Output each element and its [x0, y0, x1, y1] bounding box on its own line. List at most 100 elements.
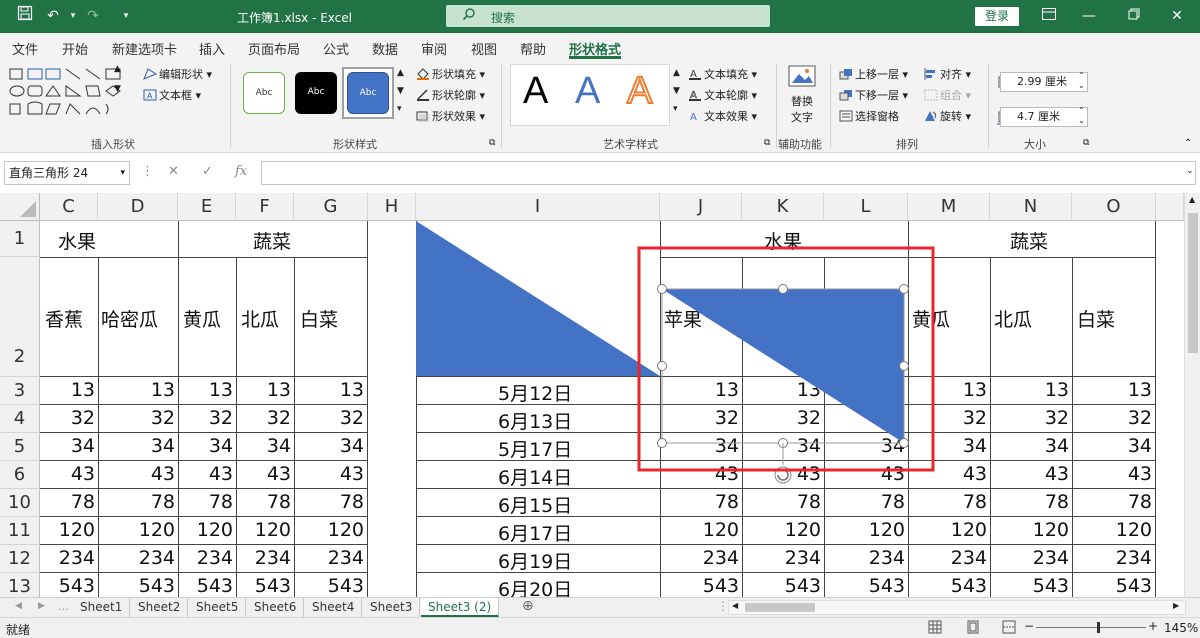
shape-height-field[interactable]: 2.99 厘米	[1000, 72, 1088, 92]
shape-effects-button[interactable]: 形状效果 ▾	[416, 108, 485, 124]
shape-fill-button[interactable]: 形状填充 ▾	[416, 66, 485, 82]
expand-formula-icon[interactable]: ⌄	[1186, 166, 1194, 176]
edit-shape-button[interactable]: 编辑形状 ▾	[143, 66, 212, 82]
shape-width-field[interactable]: 4.7 厘米	[1000, 107, 1088, 127]
scroll-up-icon[interactable]: ▲	[1189, 195, 1195, 204]
shape-effects-label: 形状效果	[432, 110, 476, 123]
customize-toolbar-icon[interactable]: ▾	[115, 5, 137, 27]
zoom-level[interactable]: 145%	[1164, 621, 1198, 635]
save-icon[interactable]	[14, 5, 36, 27]
wordart-scroll-up-icon[interactable]: ▲	[673, 68, 680, 78]
sheet-tab[interactable]: Sheet6	[247, 598, 305, 617]
send-backward-button[interactable]: 下移一层 ▾	[839, 87, 908, 103]
group-separator	[830, 64, 831, 148]
group-button[interactable]: 组合 ▾	[924, 87, 971, 103]
shapes-scroll-up-icon[interactable]: ▲	[114, 64, 121, 74]
wordart-launcher-icon[interactable]: ⧉	[764, 138, 770, 148]
next-sheet-icon[interactable]: ▶	[38, 601, 45, 611]
zoom-out-icon[interactable]: −	[1024, 619, 1034, 633]
tab-home[interactable]: 开始	[62, 39, 88, 58]
vertical-scrollbar[interactable]: ▲	[1184, 193, 1200, 598]
collapse-ribbon-icon[interactable]: ⌃	[1184, 138, 1192, 149]
wordart-blue[interactable]: A	[575, 70, 600, 113]
shape-style-blue[interactable]: Abc	[347, 72, 389, 114]
horizontal-scrollbar[interactable]: ◀ ▶	[728, 600, 1186, 615]
shapes-scroll-down-icon[interactable]: ▼	[114, 84, 121, 94]
tab-help[interactable]: 帮助	[520, 39, 546, 58]
tab-file[interactable]: 文件	[12, 39, 38, 58]
close-icon[interactable]: ✕	[1166, 5, 1188, 27]
normal-view-icon[interactable]	[928, 620, 942, 637]
zoom-slider[interactable]	[1036, 627, 1146, 628]
more-sheets-icon[interactable]: …	[58, 600, 69, 613]
cancel-icon[interactable]: ✕	[168, 164, 179, 179]
insert-shapes-group-label: 插入形状	[91, 138, 135, 151]
page-break-view-icon[interactable]	[1002, 620, 1016, 637]
tab-data[interactable]: 数据	[372, 39, 398, 58]
zoom-in-icon[interactable]: +	[1148, 619, 1158, 633]
scroll-right-icon[interactable]: ▶	[1173, 601, 1179, 610]
height-spin-icon[interactable]: ⌃ ⌄	[1078, 71, 1085, 91]
undo-dropdown-icon[interactable]: ▾	[62, 5, 84, 27]
align-button[interactable]: 对齐 ▾	[924, 66, 971, 82]
tab-new[interactable]: 新建选项卡	[112, 39, 177, 58]
login-button[interactable]: 登录	[975, 7, 1019, 26]
zoom-slider-thumb[interactable]	[1097, 622, 1100, 633]
restore-icon[interactable]	[1123, 5, 1145, 27]
formula-input[interactable]	[261, 161, 1196, 185]
search-box[interactable]: 搜索	[446, 5, 770, 27]
add-sheet-icon[interactable]: ⊕	[522, 598, 534, 614]
styles-scroll-down-icon[interactable]: ▼	[397, 86, 404, 96]
tab-page-layout[interactable]: 页面布局	[248, 39, 300, 58]
text-box-button[interactable]: A 文本框 ▾	[143, 87, 201, 103]
selection-pane-button[interactable]: 选择窗格	[839, 108, 899, 124]
text-fill-button[interactable]: A 文本填充 ▾	[688, 66, 757, 82]
enter-icon[interactable]: ✓	[202, 164, 213, 179]
sheet-tab-active[interactable]: Sheet3 (2)	[421, 598, 500, 617]
styles-scroll-up-icon[interactable]: ▲	[397, 68, 404, 78]
page-layout-view-icon[interactable]	[966, 620, 980, 637]
shape-styles-launcher-icon[interactable]: ⧉	[489, 138, 495, 148]
name-box[interactable]: 直角三角形 24 ▾	[4, 161, 130, 185]
vertical-scroll-thumb[interactable]	[1188, 213, 1198, 353]
wordart-black[interactable]: A	[523, 70, 548, 113]
wordart-scroll-down-icon[interactable]: ▼	[673, 86, 680, 96]
sheet-tab[interactable]: Sheet1	[73, 598, 131, 617]
sheet-tab[interactable]: Sheet5	[189, 598, 247, 617]
shape-style-black[interactable]: Abc	[295, 72, 337, 114]
sheet-tab[interactable]: Sheet3	[363, 598, 421, 617]
redo-icon[interactable]: ↷	[82, 5, 104, 27]
prev-sheet-icon[interactable]: ◀	[15, 601, 22, 611]
worksheet-grid[interactable]: C D E F G H I J K L M N O ▲ 1 2 3 4 5 6 …	[0, 193, 1200, 598]
name-box-dropdown-icon[interactable]: ▾	[120, 162, 125, 184]
text-effects-button[interactable]: A 文本效果 ▾	[688, 108, 757, 124]
rotate-icon	[924, 110, 938, 122]
ribbon-display-options-icon[interactable]	[1038, 5, 1060, 27]
shape-outline-label: 形状轮廓	[432, 89, 476, 102]
scroll-left-icon[interactable]: ◀	[732, 601, 738, 610]
tab-insert[interactable]: 插入	[199, 39, 225, 58]
undo-icon[interactable]: ↶	[42, 5, 64, 27]
wordart-orange-outline[interactable]: A	[626, 69, 653, 113]
rotate-button[interactable]: 旋转 ▾	[924, 108, 971, 124]
right-triangle-shape[interactable]	[416, 221, 660, 376]
width-spin-icon[interactable]: ⌃ ⌄	[1078, 106, 1085, 126]
sheet-tab[interactable]: Sheet2	[131, 598, 189, 617]
selected-right-triangle-shape[interactable]	[662, 289, 904, 443]
tab-review[interactable]: 审阅	[421, 39, 447, 58]
text-outline-button[interactable]: A 文本轮廓 ▾	[688, 87, 757, 103]
alt-text-button[interactable]: 替换 文字	[782, 64, 822, 132]
bring-forward-button[interactable]: 上移一层 ▾	[839, 66, 908, 82]
tab-view[interactable]: 视图	[471, 39, 497, 58]
arrange-group-label: 排列	[896, 138, 918, 151]
sheet-tab[interactable]: Sheet4	[305, 598, 363, 617]
tab-formulas[interactable]: 公式	[323, 39, 349, 58]
minimize-icon[interactable]: —	[1078, 5, 1100, 27]
insert-function-icon[interactable]: fx	[235, 164, 247, 179]
shape-style-outline-green[interactable]: Abc	[243, 72, 285, 114]
horizontal-scroll-thumb[interactable]	[745, 603, 815, 612]
styles-more-icon[interactable]: ▾	[397, 104, 402, 114]
size-launcher-icon[interactable]: ⧉	[1083, 138, 1089, 148]
shape-outline-button[interactable]: 形状轮廓 ▾	[416, 87, 485, 103]
wordart-more-icon[interactable]: ▾	[673, 104, 678, 114]
